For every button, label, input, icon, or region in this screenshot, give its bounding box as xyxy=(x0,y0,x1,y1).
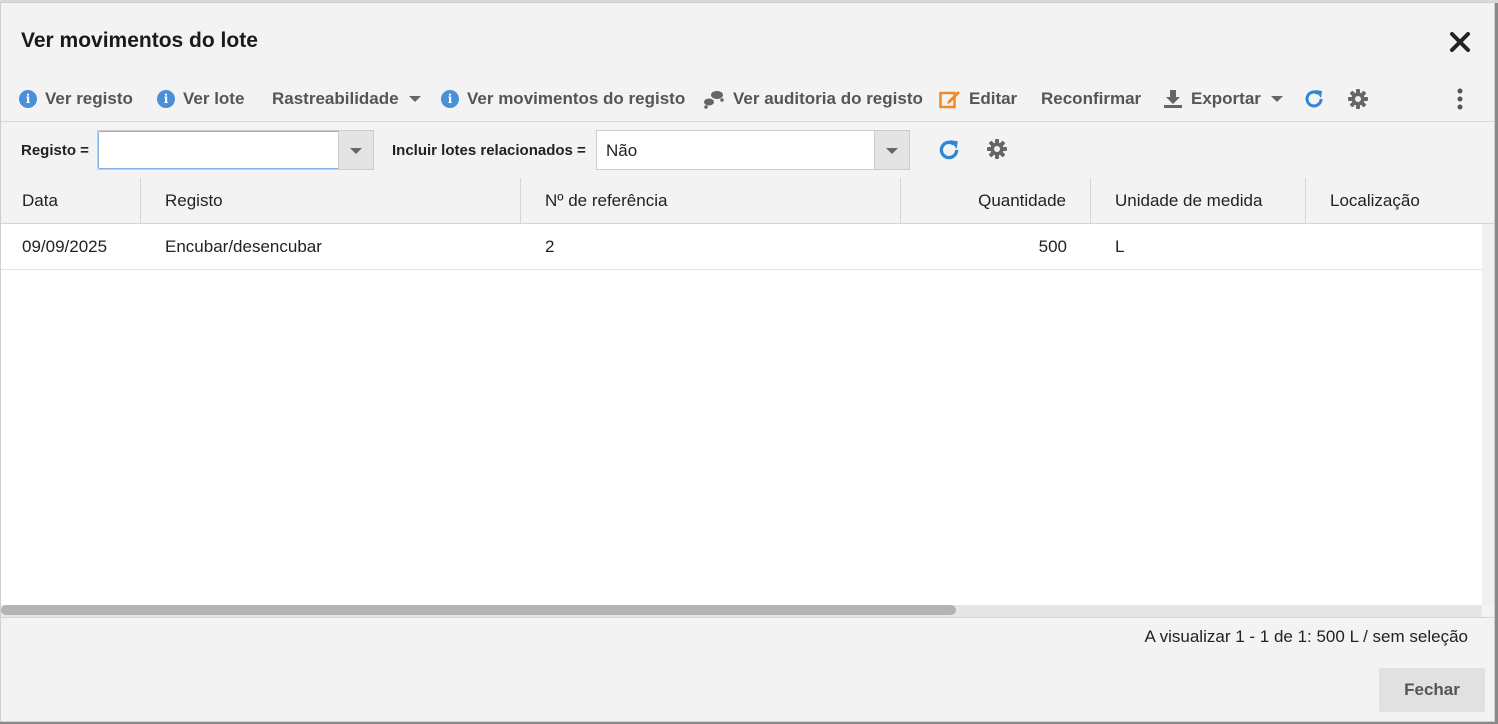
rastreabilidade-dropdown[interactable]: Rastreabilidade xyxy=(272,87,421,111)
column-header-localizacao[interactable]: Localização xyxy=(1306,178,1494,223)
cell-referencia: 2 xyxy=(545,237,555,256)
vertical-scrollbar[interactable] xyxy=(1482,224,1494,605)
registo-input[interactable] xyxy=(98,131,340,169)
dialog: Ver movimentos do lote i Ver registo i V… xyxy=(0,2,1495,722)
reconfirmar-button[interactable]: Reconfirmar xyxy=(1041,87,1141,111)
info-icon: i xyxy=(19,90,37,108)
close-icon[interactable] xyxy=(1449,31,1471,53)
ver-movimentos-registo-button[interactable]: i Ver movimentos do registo xyxy=(441,87,685,111)
incluir-lotes-select[interactable]: Não xyxy=(596,130,910,170)
fechar-button[interactable]: Fechar xyxy=(1379,668,1485,712)
exportar-dropdown[interactable]: Exportar xyxy=(1163,87,1283,111)
filter-bar: Registo = Incluir lotes relacionados = N… xyxy=(1,121,1494,179)
info-icon: i xyxy=(157,90,175,108)
download-icon xyxy=(1163,89,1183,109)
column-header-unidade[interactable]: Unidade de medida xyxy=(1091,178,1306,223)
table-header: Data Registo Nº de referência Quantidade… xyxy=(1,178,1494,224)
incluir-lotes-dropdown-button[interactable] xyxy=(874,131,909,169)
registo-combobox[interactable] xyxy=(97,130,374,170)
ver-lote-button[interactable]: i Ver lote xyxy=(157,87,244,111)
registo-filter-label: Registo = xyxy=(21,142,89,159)
column-header-data[interactable]: Data xyxy=(1,178,141,223)
edit-icon xyxy=(939,89,961,109)
column-header-registo[interactable]: Registo xyxy=(141,178,521,223)
settings-gear-icon[interactable] xyxy=(1347,87,1369,111)
editar-label: Editar xyxy=(969,89,1018,108)
cell-quantidade: 500 xyxy=(1038,237,1067,256)
editar-button[interactable]: Editar xyxy=(939,87,1017,111)
info-icon: i xyxy=(441,90,459,108)
ver-auditoria-registo-label: Ver auditoria do registo xyxy=(733,89,923,108)
more-vertical-icon[interactable] xyxy=(1451,87,1469,111)
incluir-lotes-label: Incluir lotes relacionados = xyxy=(392,142,586,159)
footer-divider xyxy=(1,617,1494,618)
cell-unidade: L xyxy=(1115,237,1125,256)
column-header-quantidade[interactable]: Quantidade xyxy=(901,178,1091,223)
table-row[interactable]: 09/09/2025 Encubar/desencubar 2 500 L xyxy=(1,224,1482,270)
ver-movimentos-registo-label: Ver movimentos do registo xyxy=(467,89,686,108)
caret-down-icon xyxy=(408,96,421,102)
cell-data: 09/09/2025 xyxy=(22,237,108,256)
horizontal-scrollbar[interactable] xyxy=(1,605,1482,617)
reconfirmar-label: Reconfirmar xyxy=(1041,89,1142,108)
exportar-label: Exportar xyxy=(1191,89,1261,108)
ver-auditoria-registo-button[interactable]: Ver auditoria do registo xyxy=(703,87,923,111)
dialog-title: Ver movimentos do lote xyxy=(21,29,258,52)
footprints-icon xyxy=(703,89,725,109)
cell-registo: Encubar/desencubar xyxy=(165,237,322,256)
ver-registo-button[interactable]: i Ver registo xyxy=(19,87,133,111)
table-body: 09/09/2025 Encubar/desencubar 2 500 L xyxy=(1,224,1482,605)
ver-registo-label: Ver registo xyxy=(45,89,133,108)
caret-down-icon xyxy=(1270,96,1283,102)
status-text: A visualizar 1 - 1 de 1: 500 L / sem sel… xyxy=(1144,627,1469,646)
filter-settings-gear-icon[interactable] xyxy=(986,138,1008,165)
filter-refresh-icon[interactable] xyxy=(937,138,961,167)
ver-lote-label: Ver lote xyxy=(183,89,245,108)
toolbar: i Ver registo i Ver lote Rastreabilidade… xyxy=(1,77,1494,121)
horizontal-scrollbar-thumb[interactable] xyxy=(1,605,956,615)
column-header-referencia[interactable]: Nº de referência xyxy=(521,178,901,223)
cell-localizacao xyxy=(1330,224,1480,269)
refresh-icon[interactable] xyxy=(1303,87,1325,111)
rastreabilidade-label: Rastreabilidade xyxy=(272,89,399,108)
incluir-lotes-value: Não xyxy=(606,141,638,160)
registo-dropdown-button[interactable] xyxy=(338,131,373,169)
